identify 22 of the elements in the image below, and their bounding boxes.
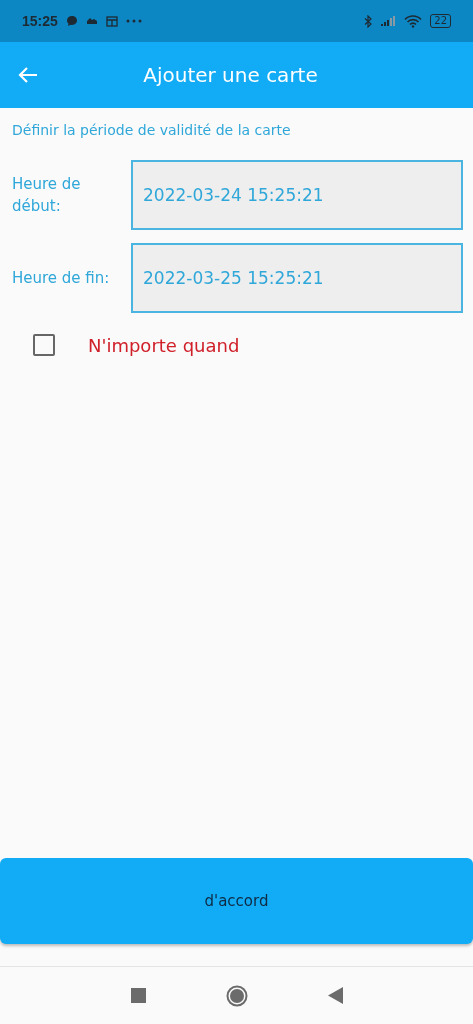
checkbox-label: N'importe quand bbox=[88, 334, 240, 356]
checkbox[interactable] bbox=[33, 334, 55, 356]
chat-icon bbox=[65, 15, 78, 27]
wifi-icon bbox=[404, 14, 423, 28]
cloud-icon bbox=[85, 17, 98, 25]
window-icon bbox=[105, 15, 118, 27]
battery-level: 22 bbox=[430, 14, 451, 28]
signal-icon bbox=[380, 15, 397, 27]
recents-icon[interactable] bbox=[130, 988, 146, 1003]
home-icon[interactable] bbox=[225, 984, 248, 1007]
date-time-field[interactable]: 2022-03-24 15:25:21 bbox=[131, 160, 463, 230]
screen-title: Ajouter une carte bbox=[142, 63, 319, 87]
section-heading: Définir la période de validité de la carte bbox=[12, 122, 291, 138]
status-time: 15:25 bbox=[22, 13, 58, 29]
field-label: Heure de début: bbox=[12, 174, 82, 217]
back-icon[interactable] bbox=[327, 987, 343, 1004]
date-time-field[interactable]: 2022-03-25 15:25:21 bbox=[131, 243, 463, 313]
more-icon bbox=[125, 19, 142, 23]
field-label: Heure de fin: bbox=[12, 268, 111, 289]
back-arrow-icon[interactable] bbox=[18, 66, 38, 84]
confirm-button[interactable]: d'accord bbox=[0, 858, 473, 944]
bluetooth-icon bbox=[364, 14, 373, 28]
